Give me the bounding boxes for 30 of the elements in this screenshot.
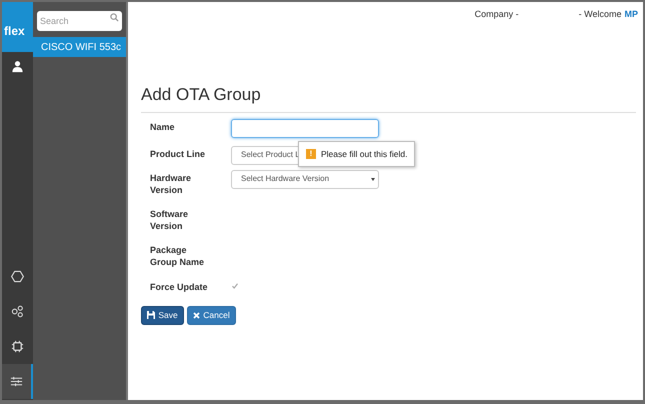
search-icon: [110, 13, 119, 22]
chip-icon: [11, 340, 24, 353]
company-label: Company -: [474, 8, 519, 21]
page-title: Add OTA Group: [141, 84, 262, 106]
field-label: Software Version: [150, 208, 190, 232]
floppy-icon: [147, 311, 156, 319]
circles-icon: [11, 305, 24, 318]
name-input[interactable]: [231, 118, 379, 138]
user-icon: [11, 60, 24, 72]
save-button[interactable]: Save: [141, 306, 184, 324]
checkbox[interactable]: [231, 282, 239, 290]
field-label: Package Group Name: [150, 244, 206, 268]
nav-item[interactable]: [2, 364, 33, 399]
hexagon-icon: [11, 270, 24, 283]
field-label: Force Update: [150, 280, 209, 292]
tooltip-text: Please fill out this field.: [321, 148, 408, 160]
select-dropdown[interactable]: Select Hardware Version: [231, 170, 379, 188]
logo: flex: [4, 23, 25, 40]
close-icon: [193, 312, 200, 318]
sidebar-item[interactable]: CISCO WIFI 553c: [33, 37, 126, 57]
warning-icon: !: [306, 149, 316, 159]
search-field[interactable]: Search: [37, 11, 122, 31]
sliders-icon: [10, 375, 23, 388]
field-label: Product Line: [150, 148, 206, 160]
user-link[interactable]: MP: [624, 8, 638, 82]
welcome-text: - Welcome: [578, 8, 622, 21]
cancel-button[interactable]: Cancel: [187, 306, 236, 324]
field-label: Name: [150, 120, 176, 132]
field-label: Hardware Version: [150, 172, 192, 196]
caret-icon: [371, 178, 375, 180]
